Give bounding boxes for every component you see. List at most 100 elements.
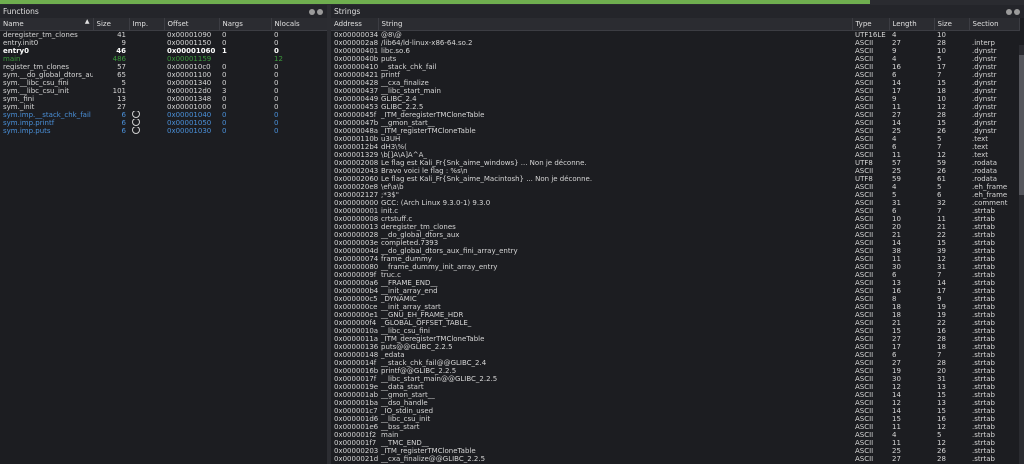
string-row[interactable]: 0x0000010a __libc_csu_fini ASCII 15 16 .strta… — [331, 327, 1019, 335]
column-header-length[interactable]: Length — [889, 18, 935, 31]
function-offset: 0x00001090 — [167, 31, 212, 39]
string-address: 0x00000453 — [334, 103, 378, 111]
string-row[interactable]: 0x0000017f __libc_start_main@@GLIBC_2.2.5… — [331, 375, 1019, 383]
string-row[interactable]: 0x00000437 __libc_start_main ASCII 17 18 .dyn… — [331, 87, 1019, 95]
function-row[interactable]: sym.__do_global_dtors_aux 65 0x00001100 0 0 — [0, 71, 327, 79]
function-row[interactable]: deregister_tm_clones 41 0x00001090 0 0 — [0, 31, 327, 40]
string-row[interactable]: 0x0000047b __gmon_start__ ASCII 14 15 .dynstr — [331, 119, 1019, 127]
string-row[interactable]: 0x0000021d __cxa_finalize@@GLIBC_2.2.5 ASC… — [331, 455, 1019, 463]
string-row[interactable]: 0x00002043 Bravo voici le flag : %s\n ASCI… — [331, 167, 1019, 175]
strings-scrollbar[interactable] — [1019, 45, 1024, 464]
function-row[interactable]: sym.imp.puts 6 0x00001030 0 0 — [0, 127, 327, 135]
column-header-nlocals[interactable]: Nlocals — [271, 18, 327, 31]
close-panel-icon[interactable] — [317, 9, 323, 15]
string-row[interactable]: 0x0000048a _ITM_registerTMCloneTable ASCII… — [331, 127, 1019, 135]
string-row[interactable]: 0x00002127 ;*3$" ASCII 5 6 .eh_frame — [331, 191, 1019, 199]
string-row[interactable]: 0x0000110b u3UH ASCII 4 5 .text — [331, 135, 1019, 143]
column-header-name[interactable]: Name ▲ — [0, 18, 94, 31]
string-row[interactable]: 0x00000000 GCC: (Arch Linux 9.3.0-1) 9.3.… — [331, 199, 1019, 207]
string-row[interactable]: 0x0000019e __data_start ASCII 12 13 .strtab — [331, 383, 1019, 391]
float-button-icon[interactable] — [309, 9, 315, 15]
string-row[interactable]: 0x00000453 GLIBC_2.2.5 ASCII 11 12 .dynstr — [331, 103, 1019, 111]
string-row[interactable]: 0x000000b4 __init_array_end ASCII 16 17 .strt… — [331, 287, 1019, 295]
string-row[interactable]: 0x000001e6 __bss_start ASCII 11 12 .strtab — [331, 423, 1019, 431]
scrollbar-thumb[interactable] — [1019, 55, 1024, 195]
string-row[interactable]: 0x000000a6 __FRAME_END__ ASCII 13 14 .strtab — [331, 279, 1019, 287]
string-row[interactable]: 0x0000003e completed.7393 ASCII 14 15 .strtab — [331, 239, 1019, 247]
string-row[interactable]: 0x00000001 init.c ASCII 6 7 .strtab — [331, 207, 1019, 215]
string-row[interactable]: 0x00000013 deregister_tm_clones ASCII 20 21.… — [331, 223, 1019, 231]
string-row[interactable]: 0x000012b4 dH3\%(ASCII 6 7 .text — [331, 143, 1019, 151]
string-row[interactable]: 0x0000045f _ITM_deregisterTMCloneTable ASC… — [331, 111, 1019, 119]
function-row[interactable]: main 486 0x00001159 12 — [0, 55, 327, 63]
string-address: 0x00000028 — [334, 231, 378, 239]
function-nargs: 0 — [222, 119, 227, 127]
close-panel-icon[interactable] — [1014, 9, 1020, 15]
string-section: .dynstr — [972, 95, 997, 103]
string-row[interactable]: 0x0000014f __stack_chk_fail@@GLIBC_2.4 ASC… — [331, 359, 1019, 367]
string-row[interactable]: 0x0000016b printf@@GLIBC_2.2.5 ASCII 19 20 .s… — [331, 367, 1019, 375]
function-row[interactable]: sym.imp.__stack_chk_fail 6 0x00001040 0 0 — [0, 111, 327, 119]
string-row[interactable]: 0x000020e8 \ef\a\b ASCII 4 5 .eh_frame — [331, 183, 1019, 191]
string-section: .dynstr — [972, 87, 997, 95]
function-row[interactable]: sym._fini 13 0x00001348 0 0 — [0, 95, 327, 103]
column-header-string[interactable]: String — [378, 18, 853, 31]
string-row[interactable]: 0x00000080 __frame_dummy_init_array_entry… — [331, 263, 1019, 271]
string-row[interactable]: 0x000002a8/lib64/ld-linux-x86-64.so.2 ASC… — [331, 39, 1019, 47]
string-row[interactable]: 0x00001329 \b[]A\A]A^A_ ASCII 11 12 .text — [331, 151, 1019, 159]
string-row[interactable]: 0x00000148 _edata ASCII 6 7 .strtab — [331, 351, 1019, 359]
string-row[interactable]: 0x000001d6 __libc_csu_init ASCII 15 16 .strta… — [331, 415, 1019, 423]
string-row[interactable]: 0x000001ba __dso_handle ASCII 12 13 .strtab — [331, 399, 1019, 407]
string-row[interactable]: 0x000000c5 _DYNAMIC ASCII 8 9 .strtab — [331, 295, 1019, 303]
string-row[interactable]: 0x00000428 __cxa_finalize ASCII 14 15 .dynstr — [331, 79, 1019, 87]
string-row[interactable]: 0x000000e1 __GNU_EH_FRAME_HDR ASCII 18 19 .st… — [331, 311, 1019, 319]
string-row[interactable]: 0x00000449 GLIBC_2.4 ASCII 9 10 .dynstr — [331, 95, 1019, 103]
column-header-section[interactable]: Section — [969, 18, 1020, 31]
string-row[interactable]: 0x0000040b puts ASCII 4 5 .dynstr — [331, 55, 1019, 63]
string-size: 5 — [937, 135, 942, 143]
string-row[interactable]: 0x00000401 libc.so.6 ASCII 9 10 .dynstr — [331, 47, 1019, 55]
string-row[interactable]: 0x00000421 printf ASCII 6 7 .dynstr — [331, 71, 1019, 79]
string-address: 0x00000034 — [334, 31, 378, 39]
string-row[interactable]: 0x00000410 __stack_chk_fail ASCII 16 17 .dyns… — [331, 63, 1019, 71]
function-row[interactable]: sym.__libc_csu_fini 5 0x00001340 0 0 — [0, 79, 327, 87]
column-header-offset[interactable]: Offset — [164, 18, 220, 31]
string-address: 0x00000410 — [334, 63, 378, 71]
function-row[interactable]: sym.imp.printf 6 0x00001050 0 0 — [0, 119, 327, 127]
string-value: u3UH — [381, 135, 401, 143]
column-header-nargs[interactable]: Nargs — [219, 18, 272, 31]
function-offset: 0x00001348 — [167, 95, 212, 103]
string-row[interactable]: 0x000000ce __init_array_start ASCII 18 19 .st… — [331, 303, 1019, 311]
string-row[interactable]: 0x00002008 Le flag est Kali_Fr{Snk_aime_w… — [331, 159, 1019, 167]
function-row[interactable]: register_tm_clones 57 0x000010c0 0 0 — [0, 63, 327, 71]
string-row[interactable]: 0x00000203 _ITM_registerTMCloneTable ASCII… — [331, 447, 1019, 455]
string-size: 26 — [937, 447, 946, 455]
string-row[interactable]: 0x00000136 puts@@GLIBC_2.2.5 ASCII 17 18 .str… — [331, 343, 1019, 351]
string-row[interactable]: 0x000001ab __gmon_start__ ASCII 14 15 .strtab — [331, 391, 1019, 399]
string-section: .strtab — [972, 255, 995, 263]
column-header-address[interactable]: Address — [331, 18, 379, 31]
column-header-type[interactable]: Type — [852, 18, 890, 31]
string-row[interactable]: 0x00000028 __do_global_dtors_aux ASCII 21 22… — [331, 231, 1019, 239]
function-row[interactable]: entry0 46 0x00001060 1 0 — [0, 47, 327, 55]
string-row[interactable]: 0x00002060 Le flag est Kali_Fr{Snk_aime_M… — [331, 175, 1019, 183]
string-row[interactable]: 0x00000034 @8\@ UTF16LE 4 10 — [331, 31, 1019, 40]
function-row[interactable]: sym._init 27 0x00001000 0 0 — [0, 103, 327, 111]
string-row[interactable]: 0x00000074 frame_dummy ASCII 11 12 .strtab — [331, 255, 1019, 263]
string-address: 0x00002043 — [334, 167, 378, 175]
string-row[interactable]: 0x0000011a _ITM_deregisterTMCloneTable ASC… — [331, 335, 1019, 343]
column-header-size[interactable]: Size — [934, 18, 970, 31]
column-header-imp[interactable]: Imp. — [129, 18, 165, 31]
string-size: 61 — [937, 175, 946, 183]
function-row[interactable]: sym.__libc_csu_init 101 0x000012d0 3 0 — [0, 87, 327, 95]
string-row[interactable]: 0x0000009f truc.c ASCII 6 7 .strtab — [331, 271, 1019, 279]
string-row[interactable]: 0x000001c7 _IO_stdin_used ASCII 14 15 .strtab — [331, 407, 1019, 415]
string-row[interactable]: 0x00000008 crtstuff.c ASCII 10 11 .strtab — [331, 215, 1019, 223]
string-row[interactable]: 0x000001f2 main ASCII 4 5 .strtab — [331, 431, 1019, 439]
string-row[interactable]: 0x000000f4 _GLOBAL_OFFSET_TABLE_ ASCII 21 22… — [331, 319, 1019, 327]
function-row[interactable]: entry.init0 9 0x00001150 0 0 — [0, 39, 327, 47]
string-row[interactable]: 0x0000004d __do_global_dtors_aux_fini_arr… — [331, 247, 1019, 255]
string-row[interactable]: 0x000001f7 __TMC_END__ ASCII 11 12 .strtab — [331, 439, 1019, 447]
column-header-size[interactable]: Size — [93, 18, 130, 31]
float-button-icon[interactable] — [1006, 9, 1012, 15]
